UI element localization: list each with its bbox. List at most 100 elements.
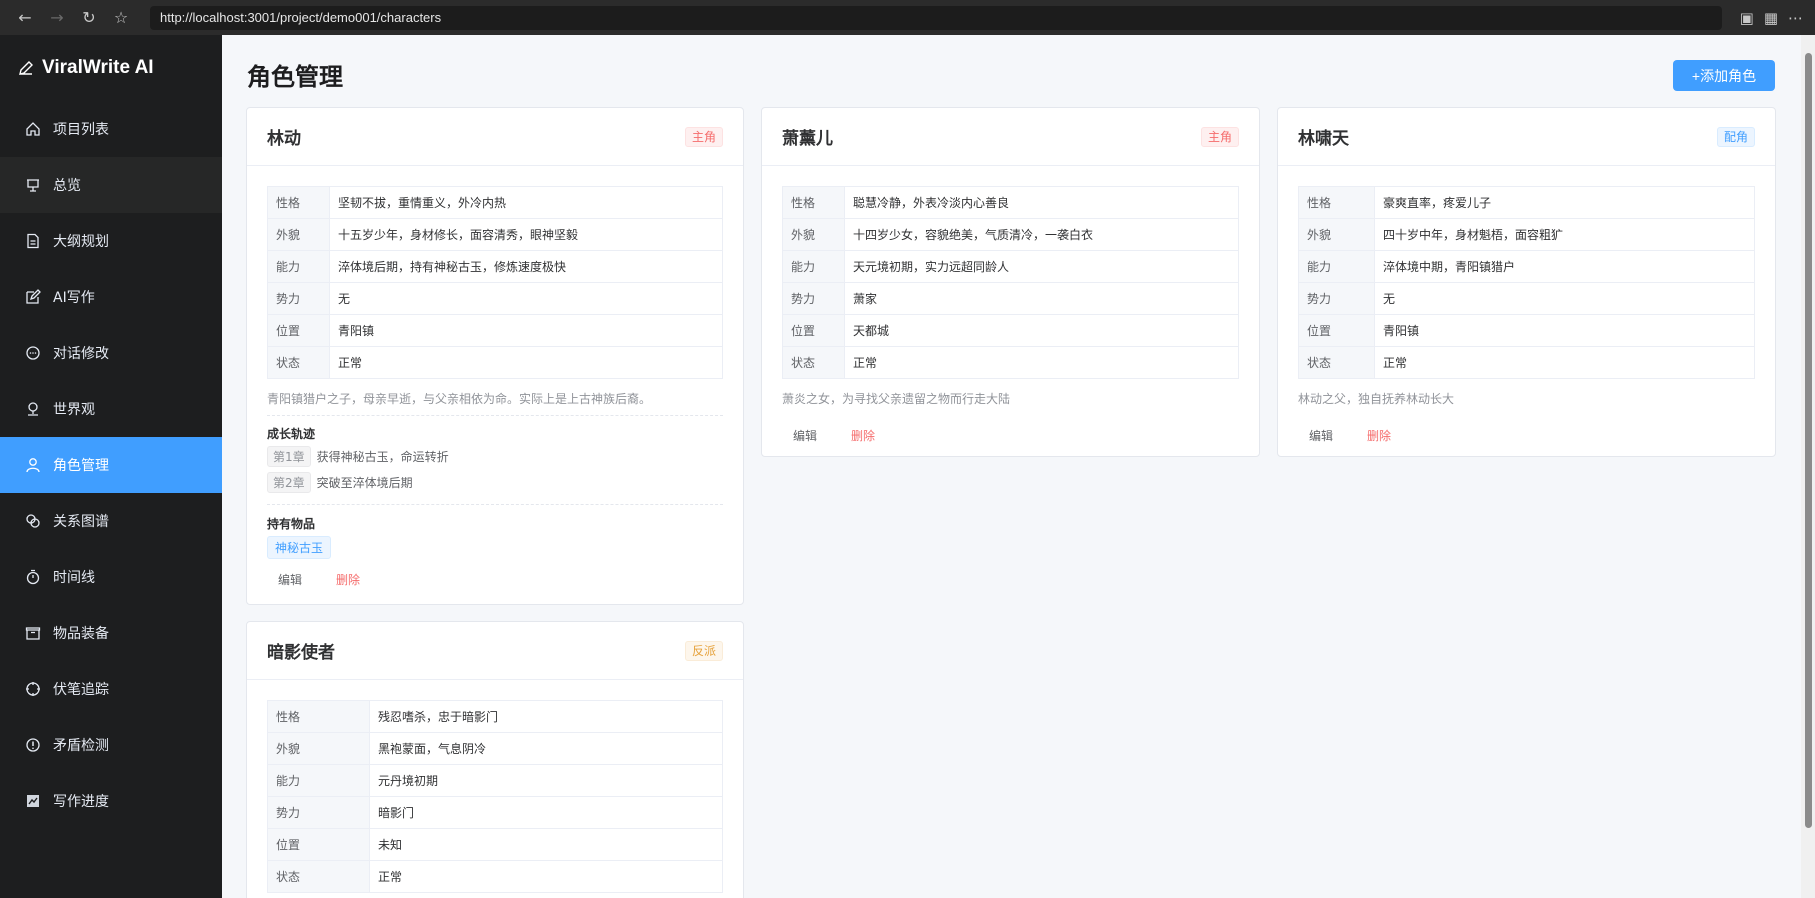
attribute-value: 天都城: [844, 314, 1239, 347]
sidebar-item-label: 总览: [53, 178, 81, 194]
card-body: 性格 坚韧不拔，重情重义，外冷内热 外貌 十五岁少年，身材修长，面容清秀，眼神坚毅 能力…: [247, 166, 743, 600]
scrollbar-thumb[interactable]: [1805, 53, 1812, 828]
character-description: 青阳镇猎户之子，母亲早逝，与父亲相依为命。实际上是上古神族后裔。: [267, 390, 723, 416]
sidebar-item-label: 项目列表: [53, 122, 109, 138]
character-name: 林动: [267, 129, 301, 149]
sidebar-item-7[interactable]: 关系图谱: [0, 493, 222, 549]
delete-button[interactable]: 删除: [1367, 427, 1391, 444]
app-logo[interactable]: ViralWrite AI: [0, 35, 222, 101]
document-icon: [27, 233, 39, 249]
card-actions: 编辑 删除: [267, 571, 723, 588]
reload-icon[interactable]: ↻: [76, 5, 102, 31]
edit-button[interactable]: 编辑: [278, 571, 302, 588]
card-header: 林动 主角: [247, 108, 743, 166]
table-row: 外貌 十四岁少女，容貌绝美，气质清冷，一袭白衣: [782, 218, 1239, 251]
sidebar-item-6[interactable]: 角色管理: [0, 437, 222, 493]
character-card: 萧薰儿 主角 性格 聪慧冷静，外表冷淡内心善良 外貌 十四岁少女，容貌绝美，气质清冷，一袭…: [761, 107, 1260, 457]
growth-item: 第2章 突破至淬体境后期: [267, 472, 723, 493]
attribute-key: 外貌: [267, 218, 330, 251]
sidebar-item-3[interactable]: AI写作: [0, 269, 222, 325]
sidebar-item-9[interactable]: 物品装备: [0, 605, 222, 661]
attribute-value: 天元境初期，实力远超同龄人: [844, 250, 1239, 283]
card-header: 暗影使者 反派: [247, 622, 743, 680]
edit-button[interactable]: 编辑: [1309, 427, 1333, 444]
table-row: 位置 未知: [267, 828, 723, 861]
table-row: 位置 青阳镇: [1298, 314, 1755, 347]
sidebar-item-label: 伏笔追踪: [53, 682, 109, 698]
attribute-table: 性格 残忍嗜杀，忠于暗影门 外貌 黑袍蒙面，气息阴冷 能力 元丹境初期 势力 暗影门 位置 未知状…: [267, 700, 723, 893]
more-icon[interactable]: ⋯: [1788, 9, 1803, 27]
card-actions: 编辑 删除: [782, 427, 1239, 444]
table-row: 能力 淬体境后期，持有神秘古玉，修炼速度极快: [267, 250, 723, 283]
table-row: 性格 坚韧不拔，重情重义，外冷内热: [267, 186, 723, 219]
attribute-key: 能力: [267, 764, 370, 797]
scrollbar[interactable]: [1801, 35, 1815, 898]
app-logo-text: ViralWrite AI: [42, 57, 154, 78]
table-row: 势力 暗影门: [267, 796, 723, 829]
sidebar-item-10[interactable]: 伏笔追踪: [0, 661, 222, 717]
attribute-value: 正常: [1374, 346, 1755, 379]
table-row: 外貌 黑袍蒙面，气息阴冷: [267, 732, 723, 765]
attribute-value: 青阳镇: [1374, 314, 1755, 347]
sidebar-item-label: 矛盾检测: [53, 738, 109, 754]
url-text: http://localhost:3001/project/demo001/ch…: [160, 10, 442, 25]
attribute-value: 豪爽直率，疼爱儿子: [1374, 186, 1755, 219]
attribute-key: 势力: [1298, 282, 1375, 315]
target-icon: [26, 682, 40, 696]
cast-icon[interactable]: ▣: [1740, 9, 1754, 27]
sidebar-item-5[interactable]: 世界观: [0, 381, 222, 437]
forward-icon[interactable]: →: [44, 5, 70, 31]
character-card: 暗影使者 反派性格 残忍嗜杀，忠于暗影门 外貌 黑袍蒙面，气息阴冷 能力 元丹境初期 势力 暗影…: [246, 621, 744, 898]
add-character-button[interactable]: +添加角色: [1673, 60, 1775, 91]
sidebar-item-4[interactable]: 对话修改: [0, 325, 222, 381]
chapter-tag: 第1章: [267, 446, 311, 467]
table-row: 势力 萧家: [782, 282, 1239, 315]
item-tag[interactable]: 神秘古玉: [267, 536, 332, 559]
attribute-key: 能力: [782, 250, 845, 283]
attribute-key: 状态: [1298, 346, 1375, 379]
sidebar-item-11[interactable]: 矛盾检测: [0, 717, 222, 773]
table-row: 位置 青阳镇: [267, 314, 723, 347]
table-row: 外貌 四十岁中年，身材魁梧，面容粗犷: [1298, 218, 1755, 251]
back-icon[interactable]: ←: [12, 5, 38, 31]
warning-icon: [26, 738, 40, 752]
sidebar-item-label: 关系图谱: [53, 514, 109, 530]
attribute-value: 四十岁中年，身材魁梧，面容粗犷: [1374, 218, 1755, 251]
table-row: 位置 天都城: [782, 314, 1239, 347]
growth-text: 突破至淬体境后期: [316, 476, 413, 490]
sidebar-item-2[interactable]: 大纲规划: [0, 213, 222, 269]
attribute-value: 淬体境后期，持有神秘古玉，修炼速度极快: [329, 250, 723, 283]
edit-button[interactable]: 编辑: [793, 427, 817, 444]
table-row: 状态 正常: [782, 346, 1239, 379]
items-label: 持有物品: [267, 517, 316, 531]
delete-button[interactable]: 删除: [851, 427, 875, 444]
sidebar-item-12[interactable]: 写作进度: [0, 773, 222, 829]
growth-item: 第1章 获得神秘古玉，命运转折: [267, 446, 723, 467]
character-card: 林动 主角性格 坚韧不拔，重情重义，外冷内热 外貌 十五岁少年，身材修长，面容清秀，眼神…: [246, 107, 744, 605]
table-row: 性格 聪慧冷静，外表冷淡内心善良: [782, 186, 1239, 219]
sidebar-item-label: 大纲规划: [53, 234, 109, 250]
edit-icon: [26, 289, 41, 304]
attribute-key: 外貌: [267, 732, 370, 765]
sidebar-item-1[interactable]: 总览: [0, 157, 222, 213]
card-body: 性格 豪爽直率，疼爱儿子 外貌 四十岁中年，身材魁梧，面容粗犷 能力 淬体境中期，青阳镇猎…: [1278, 166, 1775, 456]
attribute-key: 位置: [267, 828, 370, 861]
role-tag: 配角: [1716, 126, 1755, 147]
growth-label: 成长轨迹: [267, 427, 316, 441]
attribute-value: 坚韧不拔，重情重义，外冷内热: [329, 186, 723, 219]
sidebar-item-8[interactable]: 时间线: [0, 549, 222, 605]
attribute-value: 未知: [369, 828, 723, 861]
attribute-table: 性格 坚韧不拔，重情重义，外冷内热 外貌 十五岁少年，身材修长，面容清秀，眼神坚毅 能力…: [267, 186, 723, 379]
browser-toolbar: ← → ↻ ☆ http://localhost:3001/project/de…: [0, 0, 1815, 35]
character-name: 暗影使者: [267, 643, 335, 663]
address-bar[interactable]: http://localhost:3001/project/demo001/ch…: [150, 5, 1722, 30]
attribute-value: 萧家: [844, 282, 1239, 315]
character-card: 林啸天 配角 性格 豪爽直率，疼爱儿子 外貌 四十岁中年，身材魁梧，面容粗犷 能力 淬体境中期…: [1277, 107, 1776, 457]
attribute-value: 淬体境中期，青阳镇猎户: [1374, 250, 1755, 283]
sidebar-item-0[interactable]: 项目列表: [0, 101, 222, 157]
extensions-icon[interactable]: ▦: [1764, 9, 1778, 27]
delete-button[interactable]: 删除: [336, 571, 360, 588]
role-tag: 主角: [684, 126, 723, 147]
star-icon[interactable]: ☆: [108, 5, 134, 31]
items-list: 神秘古玉: [267, 536, 723, 559]
